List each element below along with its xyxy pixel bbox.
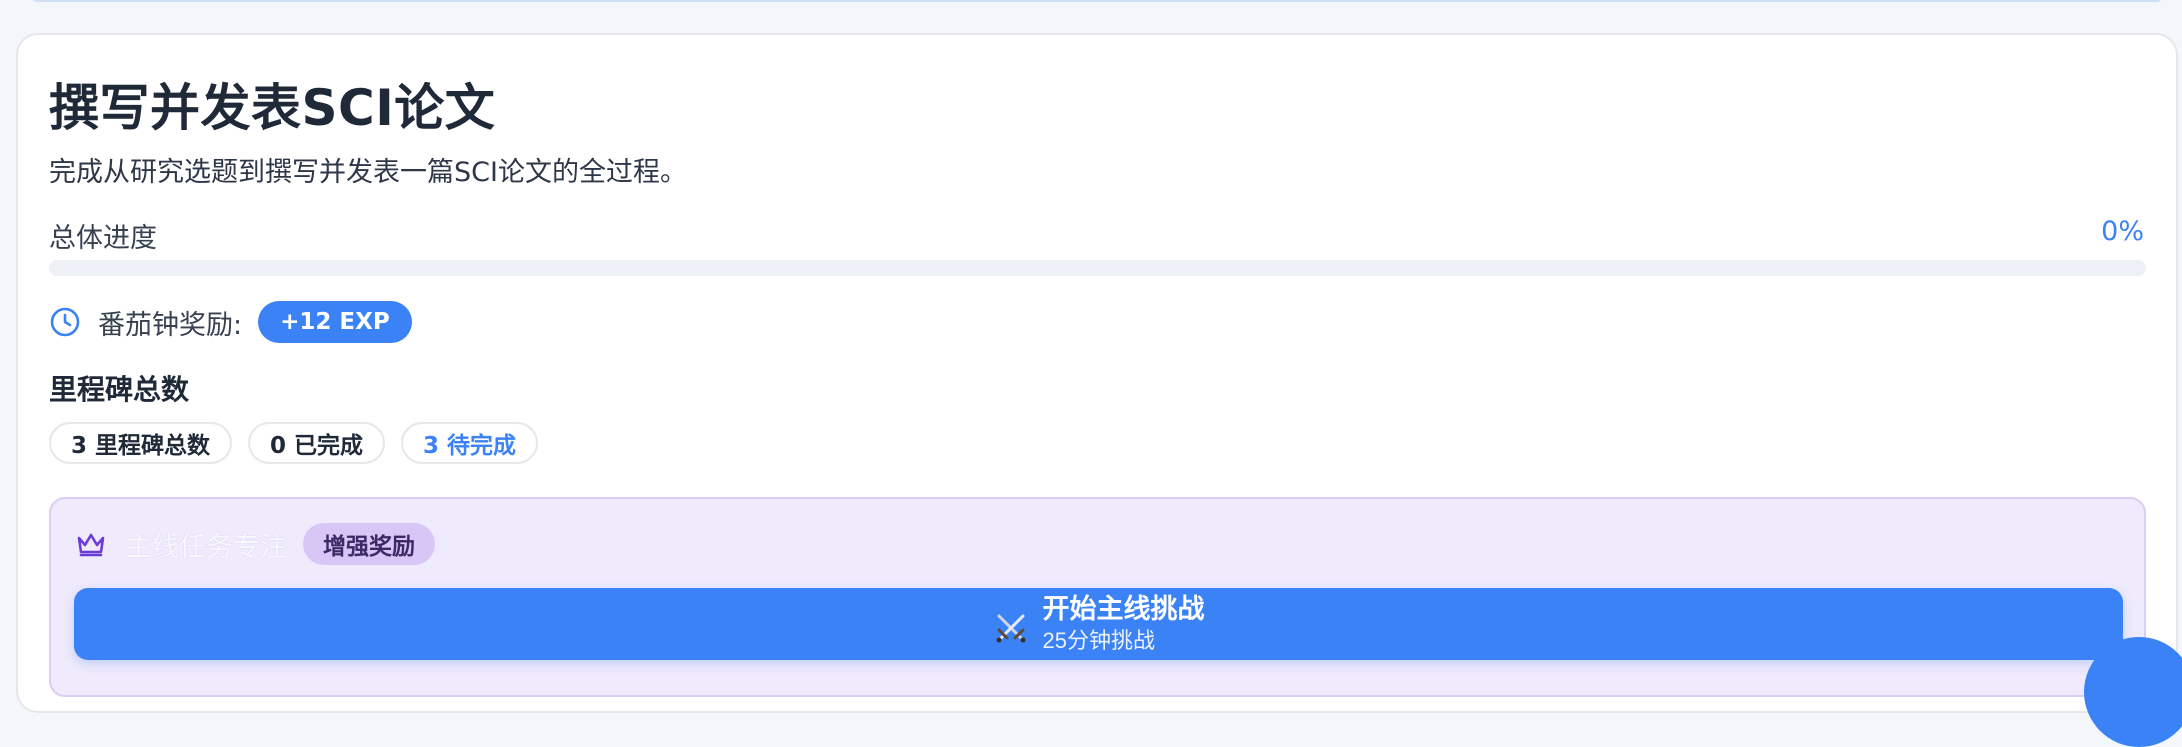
start-button-text: 开始主线挑战 25分钟挑战 (1042, 594, 1205, 653)
start-button-label: 开始主线挑战 (1042, 594, 1205, 625)
floating-action-button[interactable] (2084, 637, 2182, 747)
milestone-total-pill: 3 里程碑总数 (49, 422, 233, 464)
main-quest-panel: 主线任务专注 增强奖励 开始主线挑战 25分钟挑战 (49, 497, 2146, 697)
exp-reward-badge: +12 EXP (258, 301, 412, 343)
previous-card-edge (30, 0, 2164, 2)
crown-icon (75, 530, 107, 558)
goal-title: 撰写并发表SCI论文 (49, 79, 496, 137)
clock-icon (49, 306, 81, 338)
crossed-swords-icon (993, 610, 1029, 646)
milestone-section-title: 里程碑总数 (49, 373, 190, 406)
pomodoro-reward-label: 番茄钟奖励: (98, 309, 243, 341)
overall-progress-label: 总体进度 (49, 223, 157, 254)
overall-progress-percent: 0% (2101, 216, 2144, 247)
milestone-pending-pill: 3 待完成 (401, 422, 539, 464)
start-main-quest-button[interactable]: 开始主线挑战 25分钟挑战 (74, 588, 2123, 660)
main-quest-title: 主线任务专注 (125, 531, 287, 563)
milestone-stats: 3 里程碑总数 0 已完成 3 待完成 (49, 422, 539, 464)
pomodoro-reward-row: 番茄钟奖励: +12 EXP (49, 300, 412, 344)
main-quest-header: 主线任务专注 增强奖励 (75, 523, 435, 565)
overall-progress-bar (49, 260, 2146, 276)
boosted-reward-badge: 增强奖励 (303, 523, 435, 565)
start-button-sublabel: 25分钟挑战 (1042, 627, 1155, 653)
goal-description: 完成从研究选题到撰写并发表一篇SCI论文的全过程。 (49, 157, 687, 188)
milestone-completed-pill: 0 已完成 (248, 422, 386, 464)
